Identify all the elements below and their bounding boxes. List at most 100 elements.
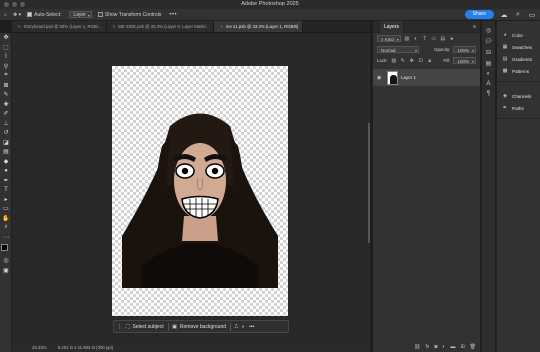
lock-paint-icon[interactable]: ✎ xyxy=(400,58,406,64)
close-icon[interactable] xyxy=(4,2,9,7)
smart-filter-icon[interactable]: ▤ xyxy=(440,36,446,42)
filter-toggle-icon[interactable]: ● xyxy=(449,36,455,42)
tab-storyboard[interactable]: × Storyboard.psd @ 50% (Layer 1, RGB/... xyxy=(12,21,107,32)
more-tools-icon[interactable]: ⋯ xyxy=(0,233,12,243)
maximize-icon[interactable] xyxy=(20,2,25,7)
close-tab-icon[interactable]: × xyxy=(113,24,116,29)
properties-icon[interactable]: ⊟ xyxy=(486,49,491,56)
crop-tool-icon[interactable]: ⌗ xyxy=(0,71,12,81)
blend-mode-dropdown[interactable]: Normal xyxy=(377,46,419,54)
canvas-area[interactable]: ⋮ ⛶ Select subject ▣ Remove background ⎍ ◐… xyxy=(12,33,370,344)
adjustment-filter-icon[interactable]: ◐ xyxy=(413,36,419,42)
move-tool-icon[interactable]: ✥ ▾ xyxy=(13,12,21,18)
link-layers-icon[interactable]: ⛓ xyxy=(414,344,420,350)
adjustment-layer-icon[interactable]: ◐ xyxy=(442,344,445,350)
minimize-icon[interactable] xyxy=(12,2,17,7)
blur-tool-icon[interactable]: ◆ xyxy=(0,157,12,167)
panel-patterns[interactable]: ▩ Patterns xyxy=(497,65,540,77)
panel-swatches[interactable]: ▦ Swatches xyxy=(497,41,540,53)
cloud-icon[interactable]: ☁ xyxy=(500,11,508,19)
zoom-tool-icon[interactable]: ⌕ xyxy=(0,223,12,233)
auto-select-dropdown[interactable]: Layer xyxy=(67,11,92,19)
eyedropper-tool-icon[interactable]: ✎ xyxy=(0,90,12,100)
search-icon[interactable]: ⌕ xyxy=(514,11,522,19)
mask-icon[interactable]: ◐ xyxy=(242,324,245,330)
lasso-tool-icon[interactable]: ⌇ xyxy=(0,52,12,62)
shape-tool-icon[interactable]: ▭ xyxy=(0,204,12,214)
vertical-scrollbar[interactable] xyxy=(368,33,370,344)
share-button[interactable]: Share xyxy=(464,10,494,19)
comments-icon[interactable]: 💬︎ xyxy=(485,38,493,45)
home-icon[interactable]: ⌂ xyxy=(4,12,7,18)
panel-menu-icon[interactable]: ≡ xyxy=(473,24,476,30)
tab-me-side[interactable]: × ME SIDE.psb @ 33.3% (Layer 0, Layer Mas… xyxy=(106,21,215,32)
paragraph-icon[interactable]: ¶ xyxy=(487,91,490,97)
delete-layer-icon[interactable]: 🗑︎ xyxy=(470,344,476,350)
frame-tool-icon[interactable]: ⊠ xyxy=(0,81,12,91)
eraser-tool-icon[interactable]: ◪ xyxy=(0,138,12,148)
type-tool-icon[interactable]: T xyxy=(0,185,12,195)
select-subject-button[interactable]: ⛶ Select subject xyxy=(126,324,164,330)
move-tool-icon[interactable]: ✥ xyxy=(0,33,12,43)
tab-layers[interactable]: Layers xyxy=(379,20,405,33)
history-brush-icon[interactable]: ↺ xyxy=(0,128,12,138)
window-controls[interactable] xyxy=(4,2,25,7)
panel-paths[interactable]: ✒ Paths xyxy=(497,102,540,114)
screen-mode-icon[interactable]: ▣ xyxy=(0,266,12,276)
type-filter-icon[interactable]: T xyxy=(422,36,428,42)
transform-controls-checkbox[interactable] xyxy=(97,12,103,17)
eye-icon[interactable]: ◉ xyxy=(377,75,384,81)
lock-all-icon[interactable]: 🔒︎ xyxy=(427,58,433,64)
color-swatches[interactable] xyxy=(0,242,12,256)
close-tab-icon[interactable]: × xyxy=(18,24,21,29)
clone-stamp-icon[interactable]: ⊥ xyxy=(0,119,12,129)
character-icon[interactable]: A xyxy=(486,81,490,87)
scroll-thumb[interactable] xyxy=(368,123,370,243)
drag-handle-icon[interactable]: ⋮ xyxy=(117,324,122,330)
more-options-button[interactable]: ••• xyxy=(249,324,254,330)
new-layer-icon[interactable]: ⊞ xyxy=(460,344,464,350)
dodge-tool-icon[interactable]: ● xyxy=(0,166,12,176)
shape-filter-icon[interactable]: ▭ xyxy=(431,36,437,42)
more-options-button[interactable]: ••• xyxy=(169,12,177,18)
brush-tool-icon[interactable]: ✐ xyxy=(0,109,12,119)
marquee-tool-icon[interactable]: ⬚ xyxy=(0,43,12,53)
panel-color[interactable]: ◕ Color xyxy=(497,29,540,41)
remove-background-button[interactable]: ▣ Remove background xyxy=(172,324,226,330)
new-group-icon[interactable]: ▬ xyxy=(450,344,455,350)
adjust-icon[interactable]: ⎍ xyxy=(235,324,239,330)
add-mask-icon[interactable]: ◙ xyxy=(434,344,437,350)
adjustments-icon[interactable]: ◐ xyxy=(487,71,491,77)
document-canvas[interactable] xyxy=(112,66,288,316)
object-select-tool-icon[interactable]: ⚲ xyxy=(0,62,12,72)
workspace-icon[interactable]: ▭ xyxy=(528,11,536,19)
fill-field[interactable]: 100% xyxy=(453,57,476,65)
pen-tool-icon[interactable]: ✒ xyxy=(0,176,12,186)
lock-position-icon[interactable]: ✥ xyxy=(409,58,415,64)
opacity-field[interactable]: 100% xyxy=(453,46,476,54)
filter-kind-dropdown[interactable]: ⌕ Kind xyxy=(377,35,401,43)
foreground-color-swatch[interactable] xyxy=(1,244,8,251)
healing-brush-icon[interactable]: ✚ xyxy=(0,100,12,110)
panel-channels[interactable]: ◈ Channels xyxy=(497,90,540,102)
tab-me-s1[interactable]: × me s1.psb @ 33.3% (Layer 1, RGB/8) xyxy=(214,21,304,32)
layer-name[interactable]: Layer 1 xyxy=(401,75,416,80)
zoom-level[interactable]: 33.33% xyxy=(32,345,47,350)
quick-mask-icon[interactable]: ◎ xyxy=(0,256,12,266)
lock-pixels-icon[interactable]: ▨ xyxy=(391,58,397,64)
libraries-icon[interactable]: ▤ xyxy=(486,60,492,67)
auto-select-checkbox[interactable] xyxy=(27,12,33,17)
panel-gradients[interactable]: ▤ Gradients xyxy=(497,53,540,65)
pixel-filter-icon[interactable]: ▨ xyxy=(404,36,410,42)
close-tab-icon[interactable]: × xyxy=(220,24,223,29)
gradient-tool-icon[interactable]: ▤ xyxy=(0,147,12,157)
layer-row[interactable]: ◉ Layer 1 xyxy=(373,69,480,86)
transform-controls-toggle[interactable]: Show Transform Controls xyxy=(97,12,161,18)
path-select-icon[interactable]: ▸ xyxy=(0,195,12,205)
learn-icon[interactable]: ◎ xyxy=(486,27,491,34)
hand-tool-icon[interactable]: ✋ xyxy=(0,214,12,224)
auto-select-toggle[interactable]: Auto-Select: xyxy=(27,12,61,18)
lock-artboard-icon[interactable]: ⊡ xyxy=(418,58,424,64)
layer-style-icon[interactable]: fx xyxy=(425,344,429,350)
title-bar: Adobe Photoshop 2025 xyxy=(0,0,540,9)
